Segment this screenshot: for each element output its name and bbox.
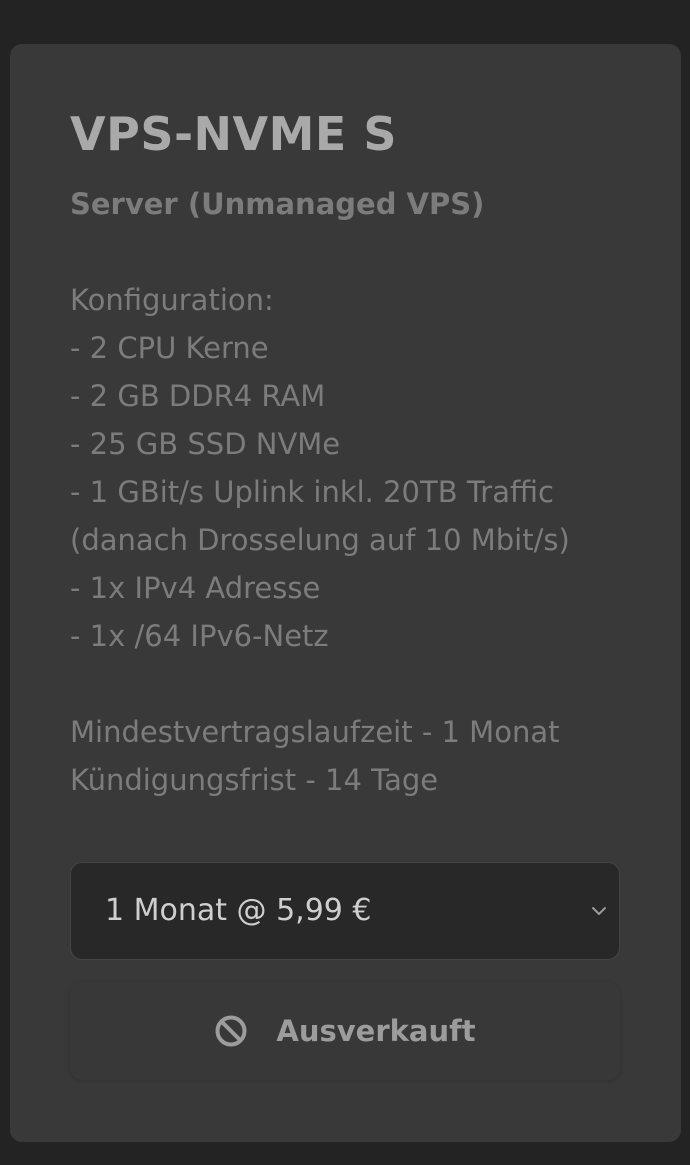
config-item-throttle: (danach Drosselung auf 10 Mbit/s) <box>70 523 570 557</box>
config-item-ipv6: - 1x /64 IPv6-Netz <box>70 619 329 653</box>
chevron-down-icon <box>589 901 609 921</box>
config-item-storage: - 25 GB SSD NVMe <box>70 427 341 461</box>
contract-notice: Kündigungsfrist - 14 Tage <box>70 763 439 797</box>
config-heading: Konfiguration: <box>70 283 274 317</box>
contract-min-term: Mindestvertragslaufzeit - 1 Monat <box>70 715 560 749</box>
ban-icon <box>214 1014 248 1048</box>
sold-out-label: Ausverkauft <box>276 1014 476 1048</box>
config-item-cpu: - 2 CPU Kerne <box>70 331 269 365</box>
config-item-uplink: - 1 GBit/s Uplink inkl. 20TB Traffic <box>70 475 554 509</box>
product-subtitle: Server (Unmanaged VPS) <box>70 187 485 221</box>
product-description: Konfiguration: - 2 CPU Kerne - 2 GB DDR4… <box>70 276 650 804</box>
config-item-ram: - 2 GB DDR4 RAM <box>70 379 326 413</box>
sold-out-button[interactable]: Ausverkauft <box>70 982 620 1080</box>
billing-period-value: 1 Monat @ 5,99 € <box>105 893 372 928</box>
product-card: VPS-NVME S Server (Unmanaged VPS) Konfig… <box>10 44 681 1142</box>
config-item-ipv4: - 1x IPv4 Adresse <box>70 571 321 605</box>
product-title: VPS-NVME S <box>70 107 397 161</box>
billing-period-select[interactable]: 1 Monat @ 5,99 € <box>70 862 620 960</box>
